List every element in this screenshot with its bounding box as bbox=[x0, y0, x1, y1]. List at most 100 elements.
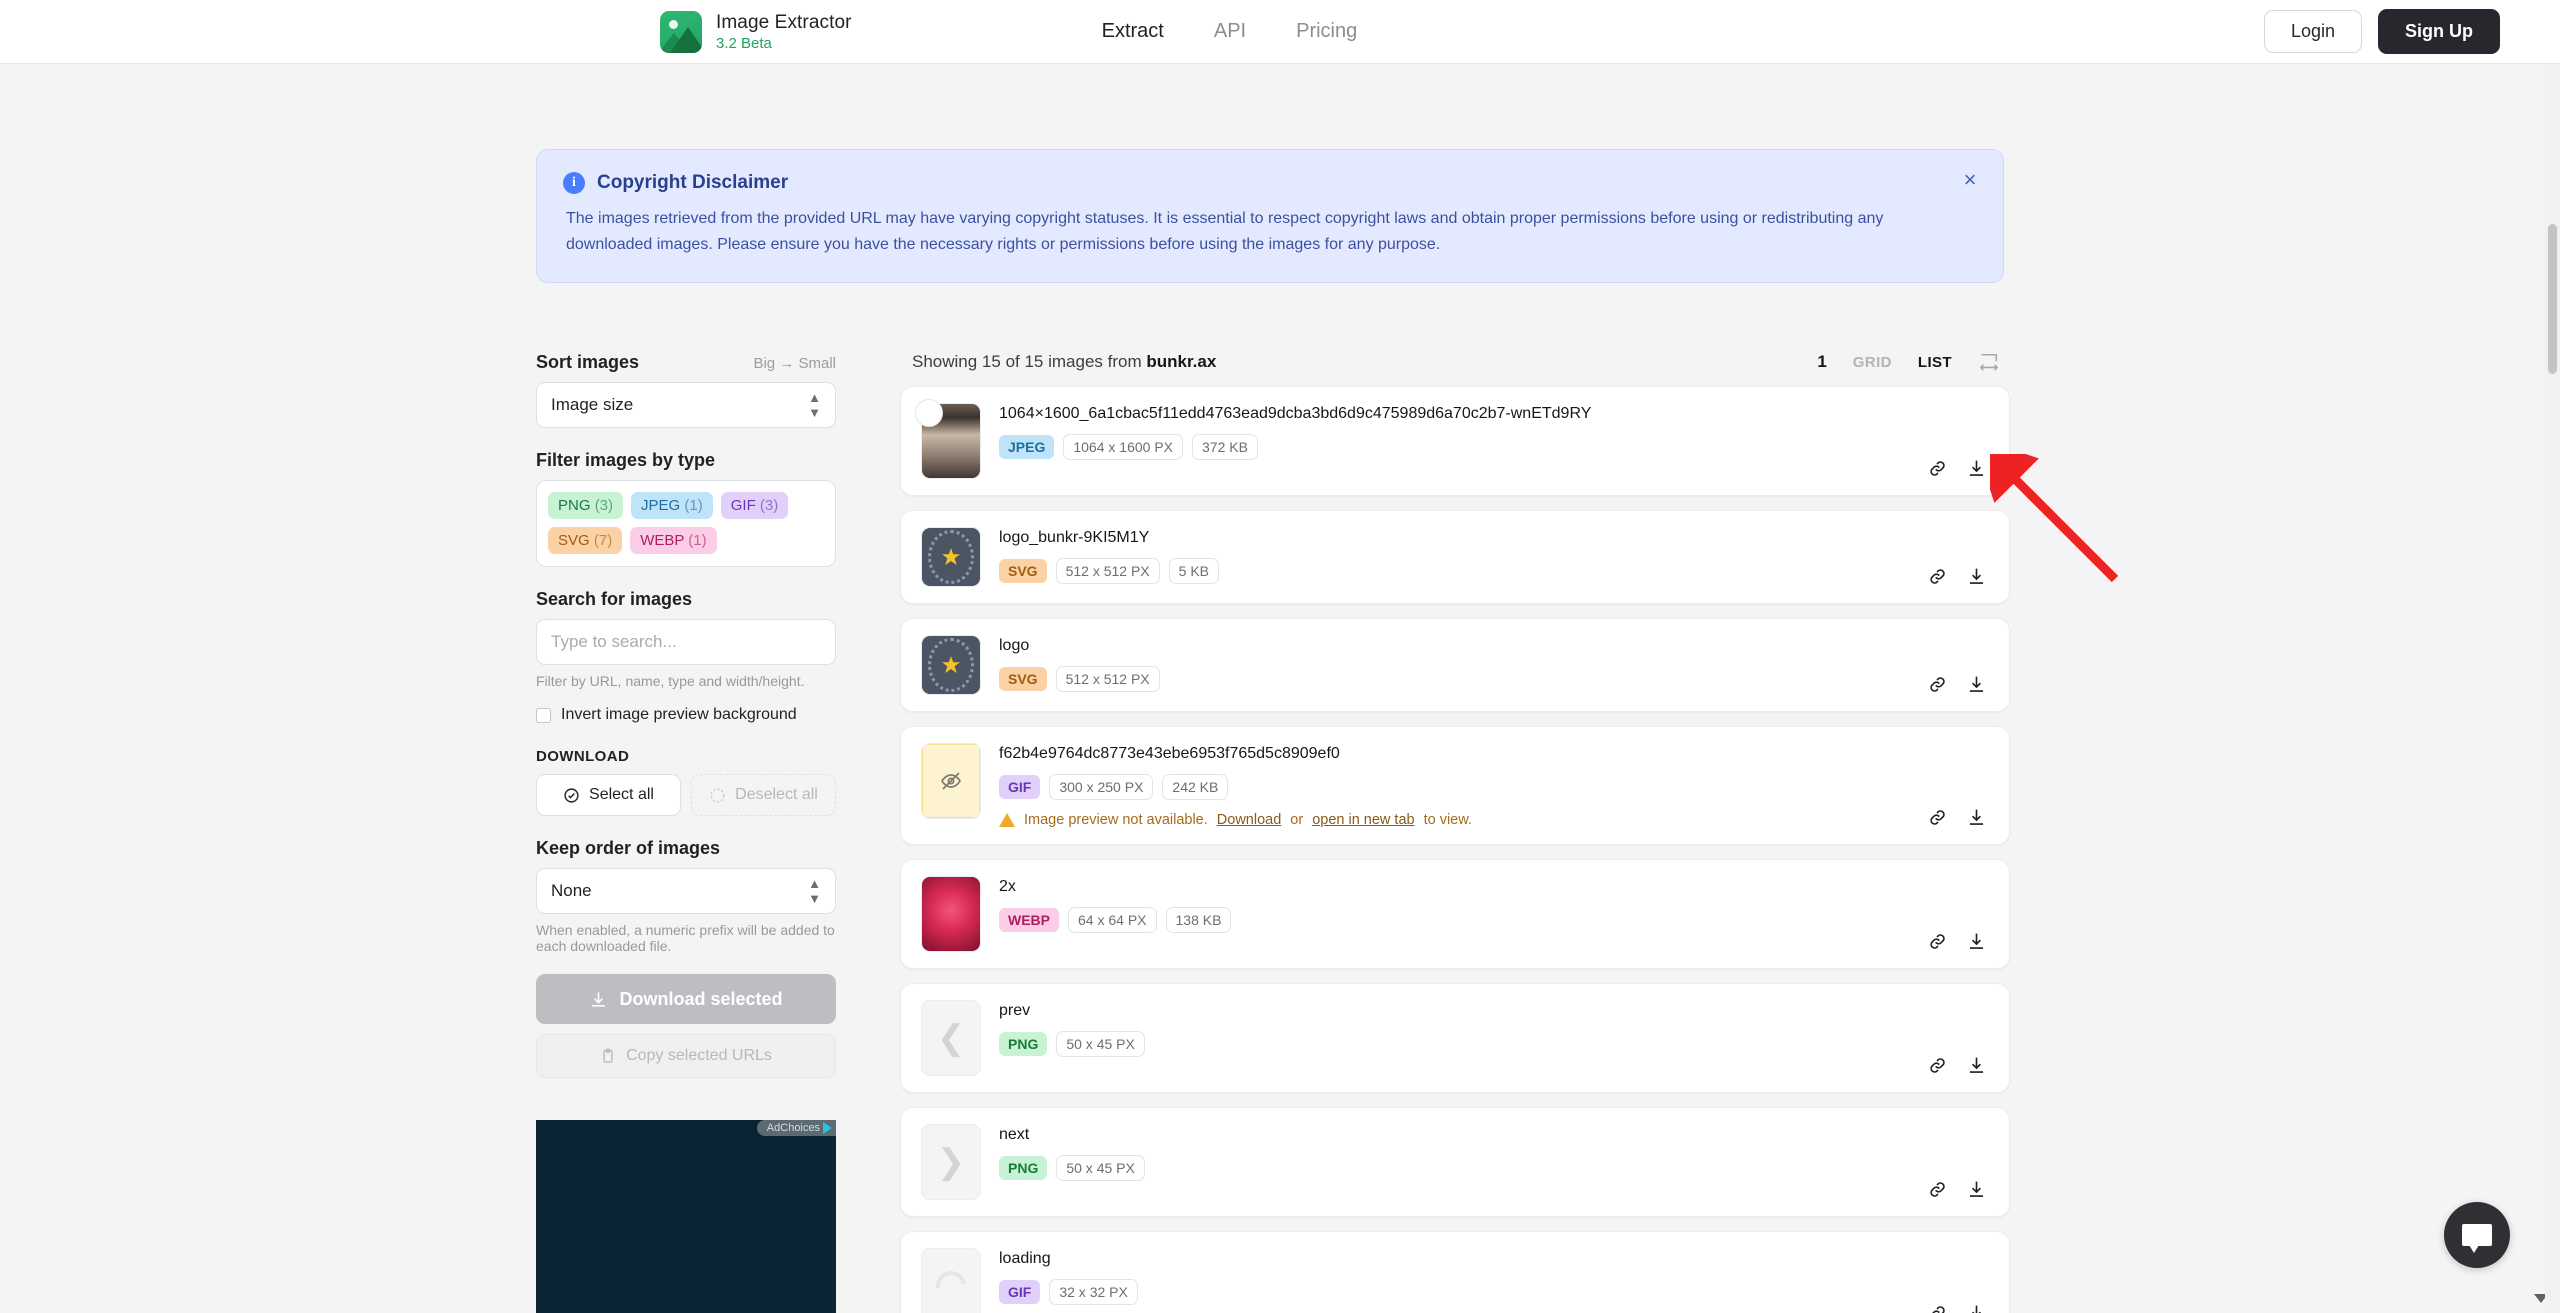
nav-item-api[interactable]: API bbox=[1214, 20, 1246, 43]
type-chip-svg-count: (7) bbox=[593, 532, 613, 549]
page-scrollbar[interactable] bbox=[2545, 64, 2560, 1313]
page-body: i Copyright Disclaimer The images retrie… bbox=[0, 64, 2560, 1313]
download-icon[interactable] bbox=[1966, 674, 1987, 695]
dimensions-badge: 32 x 32 PX bbox=[1049, 1279, 1138, 1305]
chat-widget-button[interactable] bbox=[2444, 1202, 2510, 1268]
sort-select[interactable]: Image size ▲ ▼ bbox=[536, 382, 836, 428]
main-nav: Extract API Pricing bbox=[1102, 20, 1358, 43]
results-panel: Showing 15 of 15 images from bunkr.ax 1 … bbox=[900, 352, 2010, 1313]
thumbnail[interactable] bbox=[921, 635, 981, 695]
scrollbar-thumb[interactable] bbox=[2548, 224, 2557, 374]
preview-unavailable-warning: Image preview not available. Download or… bbox=[999, 812, 1989, 828]
type-chip-webp[interactable]: WEBP (1) bbox=[630, 527, 717, 554]
keep-order-select[interactable]: None ▲ ▼ bbox=[536, 868, 836, 914]
copy-link-icon[interactable] bbox=[1927, 931, 1948, 952]
format-badge: JPEG bbox=[999, 435, 1055, 459]
dimensions-badge: 300 x 250 PX bbox=[1049, 774, 1154, 800]
thumbnail[interactable] bbox=[921, 743, 981, 819]
row-select-circle[interactable] bbox=[915, 399, 943, 427]
brand-title: Image Extractor bbox=[716, 11, 852, 33]
image-filename: next bbox=[999, 1126, 1030, 1143]
table-row[interactable]: logo_bunkr-9KI5M1Y SVG 512 x 512 PX 5 KB bbox=[900, 510, 2010, 604]
search-input[interactable] bbox=[536, 619, 836, 665]
type-chip-gif[interactable]: GIF (3) bbox=[720, 492, 789, 519]
select-all-button[interactable]: Select all bbox=[536, 774, 681, 816]
warning-download-link[interactable]: Download bbox=[1217, 812, 1282, 828]
auth-actions: Login Sign Up bbox=[2263, 9, 2500, 54]
table-row[interactable]: f62b4e9764dc8773e43ebe6953f765d5c8909ef0… bbox=[900, 726, 2010, 845]
warning-text-after: to view. bbox=[1423, 812, 1472, 828]
download-icon bbox=[592, 991, 606, 1007]
warning-text-before: Image preview not available. bbox=[1024, 812, 1208, 828]
download-icon[interactable] bbox=[1966, 1179, 1987, 1200]
spinner-icon bbox=[930, 1265, 972, 1307]
bunkr-logo-icon bbox=[922, 528, 980, 586]
type-chip-png[interactable]: PNG (3) bbox=[548, 492, 624, 519]
thumbnail[interactable]: ❯ bbox=[921, 1124, 981, 1200]
sort-direction-toggle[interactable]: Big → Small bbox=[753, 355, 836, 372]
download-icon[interactable] bbox=[1966, 566, 1987, 587]
bunkr-logo-icon bbox=[922, 636, 980, 694]
type-chip-gif-label: GIF bbox=[730, 497, 756, 514]
filesize-badge: 242 KB bbox=[1162, 774, 1229, 800]
copy-link-icon[interactable] bbox=[1927, 1179, 1948, 1200]
format-badge: PNG bbox=[999, 1156, 1048, 1180]
copy-link-icon[interactable] bbox=[1927, 807, 1948, 828]
copy-link-icon[interactable] bbox=[1927, 674, 1948, 695]
download-icon[interactable] bbox=[1966, 931, 1987, 952]
copy-link-icon[interactable] bbox=[1927, 1055, 1948, 1076]
nav-item-extract[interactable]: Extract bbox=[1102, 20, 1164, 43]
view-toggle-grid[interactable]: GRID bbox=[1853, 354, 1892, 371]
page-number[interactable]: 1 bbox=[1817, 352, 1826, 372]
table-row[interactable]: 2x WEBP 64 x 64 PX 138 KB bbox=[900, 859, 2010, 969]
app-logo-icon bbox=[660, 10, 702, 53]
table-row[interactable]: loading GIF 32 x 32 PX bbox=[900, 1231, 2010, 1313]
copy-link-icon[interactable] bbox=[1927, 458, 1948, 479]
close-icon[interactable]: × bbox=[1959, 169, 1981, 192]
table-row[interactable]: logo SVG 512 x 512 PX bbox=[900, 618, 2010, 712]
invert-preview-checkbox-row[interactable]: Invert image preview background bbox=[536, 706, 836, 724]
table-row[interactable]: ❯ next PNG 50 x 45 PX bbox=[900, 1107, 2010, 1217]
thumbnail[interactable] bbox=[921, 876, 981, 952]
brand[interactable]: Image Extractor 3.2 Beta bbox=[660, 10, 852, 53]
download-icon[interactable] bbox=[1966, 807, 1987, 828]
clipboard-icon bbox=[603, 1048, 613, 1063]
warning-text-middle: or bbox=[1290, 812, 1304, 828]
row-actions bbox=[1927, 1179, 1987, 1200]
nav-item-pricing[interactable]: Pricing bbox=[1296, 20, 1357, 43]
copy-selected-urls-label: Copy selected URLs bbox=[626, 1047, 772, 1064]
download-selected-label: Download selected bbox=[619, 988, 783, 1009]
check-circle-icon bbox=[564, 787, 579, 803]
warning-open-new-tab-link[interactable]: open in new tab bbox=[1312, 812, 1414, 828]
copy-link-icon[interactable] bbox=[1927, 566, 1948, 587]
disclaimer-title: Copyright Disclaimer bbox=[597, 172, 789, 193]
table-row[interactable]: ❮ prev PNG 50 x 45 PX bbox=[900, 983, 2010, 1093]
eye-off-icon bbox=[922, 744, 980, 818]
table-row[interactable]: 1064×1600_6a1cbac5f11edd4763ead9dcba3bd6… bbox=[900, 386, 2010, 496]
advertisement-panel[interactable]: AdChoices bbox=[536, 1120, 836, 1313]
download-icon[interactable] bbox=[1966, 1055, 1987, 1076]
expand-width-icon[interactable] bbox=[1978, 352, 2000, 372]
copy-selected-urls-button[interactable]: Copy selected URLs bbox=[536, 1034, 836, 1078]
thumbnail[interactable] bbox=[921, 527, 981, 587]
sort-label: Sort images bbox=[536, 352, 640, 372]
login-button[interactable]: Login bbox=[2263, 10, 2362, 53]
thumbnail[interactable]: ❮ bbox=[921, 1000, 981, 1076]
adchoices-badge[interactable]: AdChoices bbox=[756, 1120, 836, 1136]
deselect-all-button[interactable]: Deselect all bbox=[691, 774, 836, 816]
format-badge: SVG bbox=[999, 667, 1047, 691]
row-actions bbox=[1927, 458, 1987, 479]
type-chip-svg[interactable]: SVG (7) bbox=[548, 527, 623, 554]
download-selected-button[interactable]: Download selected bbox=[536, 974, 836, 1024]
signup-button[interactable]: Sign Up bbox=[2378, 9, 2500, 54]
dimensions-badge: 50 x 45 PX bbox=[1056, 1031, 1145, 1057]
dimensions-badge: 1064 x 1600 PX bbox=[1063, 434, 1183, 460]
keep-order-hint: When enabled, a numeric prefix will be a… bbox=[536, 922, 835, 954]
invert-preview-checkbox[interactable] bbox=[536, 707, 551, 723]
copy-link-icon[interactable] bbox=[1927, 1303, 1948, 1313]
thumbnail[interactable] bbox=[921, 1248, 981, 1313]
download-icon[interactable] bbox=[1966, 458, 1987, 479]
download-icon[interactable] bbox=[1966, 1303, 1987, 1313]
view-toggle-list[interactable]: LIST bbox=[1918, 354, 1952, 371]
type-chip-jpeg[interactable]: JPEG (1) bbox=[631, 492, 713, 519]
